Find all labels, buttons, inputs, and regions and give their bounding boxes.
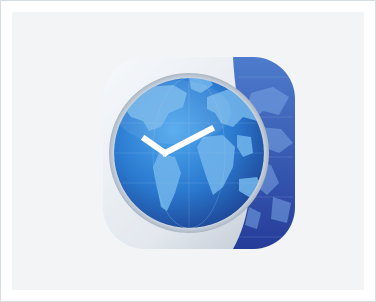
world-clock-app-icon[interactable] bbox=[103, 57, 295, 249]
page bbox=[0, 0, 376, 302]
icon-body bbox=[103, 57, 295, 249]
world-clock-icon bbox=[103, 57, 295, 249]
